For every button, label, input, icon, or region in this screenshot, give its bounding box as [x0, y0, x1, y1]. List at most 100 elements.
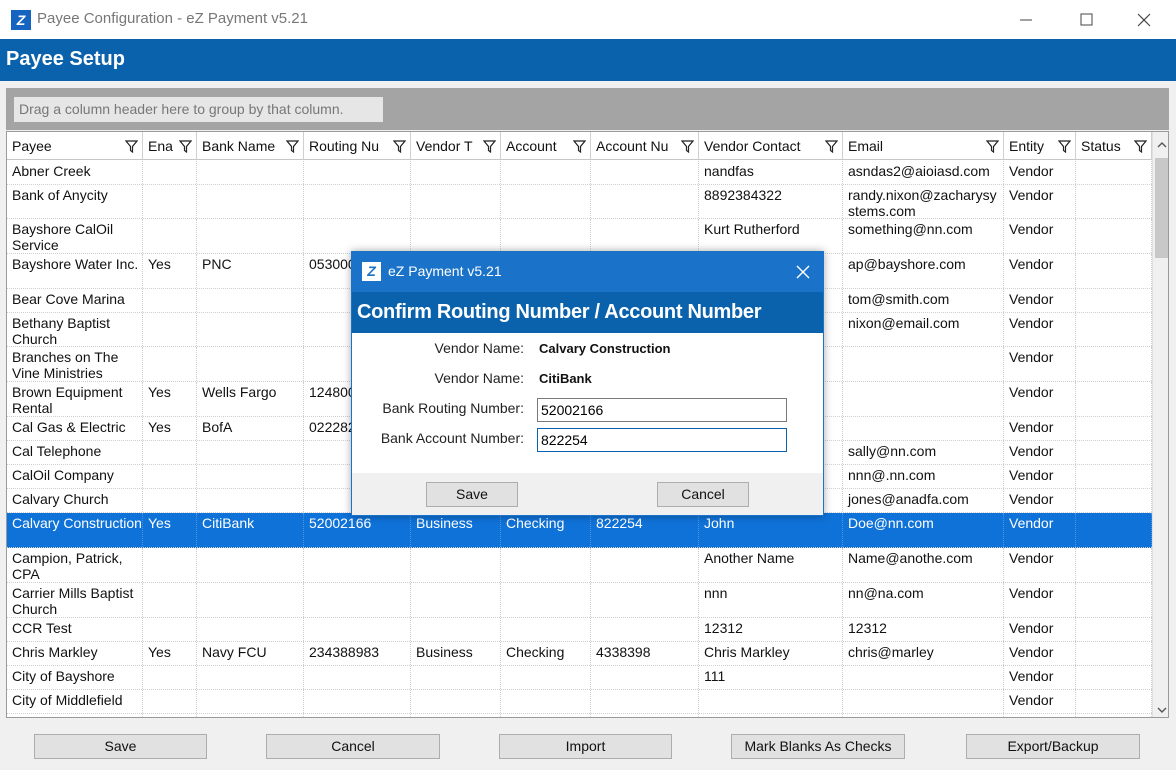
cell-payee[interactable]: Calvary Construction	[7, 513, 143, 547]
cell-account[interactable]	[501, 666, 591, 689]
cell-email[interactable]: chris@marley	[843, 642, 1004, 665]
table-row[interactable]: Campion, Patrick, CPA Another Name Name@an…	[7, 548, 1152, 583]
cell-bank-name[interactable]	[197, 313, 304, 346]
filter-icon[interactable]	[680, 140, 695, 154]
cell-vendor-contact[interactable]: 111	[699, 666, 843, 689]
cell-bank-name[interactable]	[197, 219, 304, 253]
cell-status[interactable]	[1076, 347, 1152, 381]
cell-payee[interactable]: City of Middlefield	[7, 690, 143, 713]
group-by-panel[interactable]: Drag a column header here to group by th…	[6, 88, 1169, 130]
column-header-account[interactable]: Account	[501, 132, 591, 160]
cell-entity[interactable]: Vendor	[1004, 219, 1076, 253]
cell-entity[interactable]: Vendor	[1004, 690, 1076, 713]
cell-status[interactable]	[1076, 583, 1152, 617]
cell-account[interactable]	[501, 219, 591, 253]
cell-entity[interactable]: Vendor	[1004, 417, 1076, 440]
filter-icon[interactable]	[285, 140, 300, 154]
cell-entity[interactable]: Vendor	[1004, 513, 1076, 547]
cell-payee[interactable]: Branches on The Vine Ministries	[7, 347, 143, 381]
cell-entity[interactable]: Vendor	[1004, 465, 1076, 488]
cell-email[interactable]: nixon@email.com	[843, 313, 1004, 346]
column-header-enabled[interactable]: Ena	[143, 132, 197, 160]
cell-email[interactable]	[843, 382, 1004, 416]
table-row[interactable]: Chris Markley Yes Navy FCU 234388983 Busines…	[7, 642, 1152, 666]
table-row[interactable]: City of Bayshore 111 Vendor	[7, 666, 1152, 690]
cell-payee[interactable]: Abner Creek	[7, 161, 143, 184]
column-header-vendor-type[interactable]: Vendor T	[411, 132, 501, 160]
cell-entity[interactable]: Vendor	[1004, 618, 1076, 641]
cell-routing-number[interactable]	[304, 714, 411, 717]
cell-enabled[interactable]	[143, 185, 197, 218]
cell-email[interactable]: Name@anothe.com	[843, 548, 1004, 582]
cell-vendor-contact[interactable]: Kurt Rutherford	[699, 219, 843, 253]
cell-account[interactable]	[501, 548, 591, 582]
column-header-account-number[interactable]: Account Nu	[591, 132, 699, 160]
cell-enabled[interactable]	[143, 489, 197, 512]
cell-status[interactable]	[1076, 489, 1152, 512]
filter-icon[interactable]	[392, 140, 407, 154]
cell-status[interactable]	[1076, 289, 1152, 312]
filter-icon[interactable]	[572, 140, 587, 154]
cell-email[interactable]	[843, 714, 1004, 717]
cell-payee[interactable]: Cal Telephone	[7, 441, 143, 464]
cell-entity[interactable]: Vendor	[1004, 313, 1076, 346]
cell-account[interactable]	[501, 714, 591, 717]
cell-email[interactable]: asndas2@aioiasd.com	[843, 161, 1004, 184]
cell-entity[interactable]: Vendor	[1004, 548, 1076, 582]
cell-enabled[interactable]	[143, 465, 197, 488]
cell-status[interactable]	[1076, 254, 1152, 288]
cell-bank-name[interactable]: BofA	[197, 417, 304, 440]
column-header-bank-name[interactable]: Bank Name	[197, 132, 304, 160]
close-icon[interactable]	[1130, 6, 1158, 34]
table-row[interactable]: Colonial Hills Vendor	[7, 714, 1152, 717]
cell-entity[interactable]: Vendor	[1004, 185, 1076, 218]
cell-payee[interactable]: Bear Cove Marina	[7, 289, 143, 312]
cell-vendor-type[interactable]	[411, 161, 501, 184]
cell-account[interactable]: Checking	[501, 642, 591, 665]
column-header-email[interactable]: Email	[843, 132, 1004, 160]
cell-routing-number[interactable]	[304, 666, 411, 689]
cell-entity[interactable]: Vendor	[1004, 642, 1076, 665]
cell-routing-number[interactable]	[304, 690, 411, 713]
cell-entity[interactable]: Vendor	[1004, 666, 1076, 689]
cell-payee[interactable]: Chris Markley	[7, 642, 143, 665]
cell-payee[interactable]: City of Bayshore	[7, 666, 143, 689]
cell-bank-name[interactable]	[197, 548, 304, 582]
cell-bank-name[interactable]: CitiBank	[197, 513, 304, 547]
cancel-button[interactable]: Cancel	[266, 734, 440, 759]
cell-status[interactable]	[1076, 441, 1152, 464]
cell-vendor-contact[interactable]: nandfas	[699, 161, 843, 184]
cell-payee[interactable]: Colonial Hills	[7, 714, 143, 717]
cell-bank-name[interactable]	[197, 583, 304, 617]
cell-email[interactable]	[843, 690, 1004, 713]
cell-enabled[interactable]	[143, 666, 197, 689]
cell-email[interactable]	[843, 417, 1004, 440]
cell-payee[interactable]: Bank of Anycity	[7, 185, 143, 218]
cell-entity[interactable]: Vendor	[1004, 254, 1076, 288]
cell-email[interactable]: jones@anadfa.com	[843, 489, 1004, 512]
cell-status[interactable]	[1076, 382, 1152, 416]
cell-account[interactable]	[501, 690, 591, 713]
cell-routing-number[interactable]	[304, 618, 411, 641]
cell-status[interactable]	[1076, 185, 1152, 218]
cell-vendor-contact[interactable]: 8892384322	[699, 185, 843, 218]
cell-entity[interactable]: Vendor	[1004, 161, 1076, 184]
cell-payee[interactable]: Bayshore CalOil Service	[7, 219, 143, 253]
cell-account[interactable]	[501, 583, 591, 617]
cell-enabled[interactable]: Yes	[143, 642, 197, 665]
column-header-vendor-contact[interactable]: Vendor Contact	[699, 132, 843, 160]
minimize-icon[interactable]	[1012, 6, 1040, 34]
cell-bank-name[interactable]	[197, 465, 304, 488]
cell-status[interactable]	[1076, 465, 1152, 488]
cell-vendor-contact[interactable]: Chris Markley	[699, 642, 843, 665]
cell-bank-name[interactable]	[197, 666, 304, 689]
cell-payee[interactable]: Carrier Mills Baptist Church	[7, 583, 143, 617]
cell-account-number[interactable]	[591, 714, 699, 717]
filter-icon[interactable]	[1057, 140, 1072, 154]
cell-vendor-type[interactable]	[411, 714, 501, 717]
cell-routing-number[interactable]: 234388983	[304, 642, 411, 665]
cell-payee[interactable]: Calvary Church	[7, 489, 143, 512]
scroll-down-icon[interactable]	[1156, 703, 1168, 715]
cell-bank-name[interactable]	[197, 441, 304, 464]
cell-email[interactable]	[843, 666, 1004, 689]
